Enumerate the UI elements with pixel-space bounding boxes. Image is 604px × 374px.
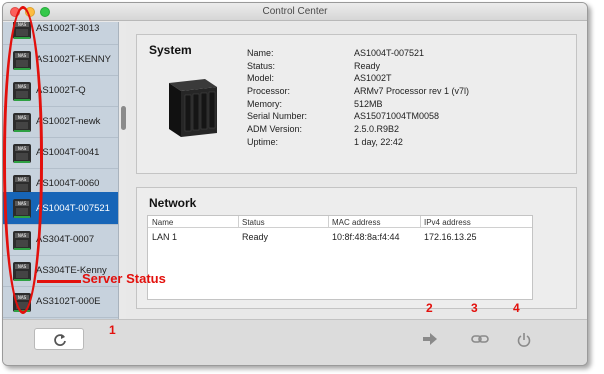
server-status-callout: Server Status: [82, 271, 166, 286]
system-panel: System Name: Status: Model: Processor: M…: [136, 34, 577, 174]
system-value: AS1004T-007521: [354, 48, 425, 58]
system-info-labels: Name: Status: Model: Processor: Memory: …: [247, 47, 307, 149]
power-icon: [517, 333, 531, 347]
server-name: AS1002T-newk: [36, 116, 101, 127]
system-value: AS15071004TM0058: [354, 111, 440, 122]
callout-number-1: 1: [109, 323, 116, 337]
bottom-toolbar: [3, 319, 587, 365]
system-value: AS1002T: [354, 73, 392, 84]
network-table: Name Status MAC address IPv4 address LAN…: [147, 215, 533, 300]
control-center-window: Control Center NAS AS1002T-3013 NAS AS10…: [2, 2, 588, 366]
cell-status: Ready: [242, 232, 269, 242]
server-name: AS1002T-KENNY: [36, 54, 111, 65]
title-bar: Control Center: [3, 3, 587, 21]
system-label: Uptime:: [247, 136, 279, 147]
system-title: System: [149, 43, 192, 57]
server-name: AS1004T-0041: [36, 147, 100, 158]
callout-number-2: 2: [426, 301, 433, 315]
link-icon: [471, 335, 489, 343]
server-status-pointer: [37, 280, 81, 283]
column-header-ipv4[interactable]: IPv4 address: [424, 218, 471, 227]
server-name: AS1002T-3013: [36, 23, 100, 34]
system-value: ARMv7 Processor rev 1 (v7l): [354, 86, 470, 97]
network-title: Network: [149, 196, 197, 210]
system-label: ADM Version:: [247, 124, 303, 135]
power-button[interactable]: [507, 328, 541, 352]
column-header-status[interactable]: Status: [242, 218, 265, 227]
server-name: AS3102T-000E: [36, 296, 101, 307]
system-value: 512MB: [354, 98, 383, 109]
system-label: Memory:: [247, 98, 283, 109]
server-name: AS1004T-007521: [36, 203, 110, 214]
table-row[interactable]: LAN 1 Ready 10:8f:48:8a:f4:44 172.16.13.…: [148, 230, 532, 242]
cell-mac: 10:8f:48:8a:f4:44: [332, 232, 400, 242]
network-table-header: Name Status MAC address IPv4 address: [148, 216, 532, 228]
cell-ipv4: 172.16.13.25: [424, 232, 477, 242]
nas-device-image: [169, 79, 217, 137]
server-name: AS1004T-0060: [36, 178, 100, 189]
system-info-values: AS1004T-007521 Ready AS1002T ARMv7 Proce…: [354, 47, 469, 149]
connect-button[interactable]: [413, 328, 447, 352]
callout-number-3: 3: [471, 301, 478, 315]
callout-number-4: 4: [513, 301, 520, 315]
column-header-name[interactable]: Name: [152, 218, 173, 227]
system-label: Model:: [247, 73, 275, 84]
refresh-icon: [54, 334, 66, 346]
network-panel: Network Name Status MAC address IPv4 add…: [136, 187, 577, 309]
window-title: Control Center: [262, 6, 328, 17]
refresh-button[interactable]: [34, 328, 84, 350]
system-label: Processor:: [247, 86, 291, 97]
system-value: 2.5.0.R9B2: [354, 124, 400, 135]
main-content: System Name: Status: Model: Processor: M…: [126, 22, 587, 319]
cell-name: LAN 1: [152, 232, 178, 242]
server-status-highlight: [3, 6, 43, 314]
column-header-mac[interactable]: MAC address: [332, 218, 380, 227]
link-button[interactable]: [462, 328, 496, 352]
system-label: Status:: [247, 60, 276, 71]
system-value: 1 day, 22:42: [354, 136, 403, 147]
arrow-right-icon: [423, 333, 437, 345]
system-label: Serial Number:: [247, 111, 308, 122]
system-value: Ready: [354, 60, 381, 71]
server-name: AS1002T-Q: [36, 85, 86, 96]
server-name: AS304T-0007: [36, 234, 95, 245]
system-label: Name:: [247, 48, 274, 58]
